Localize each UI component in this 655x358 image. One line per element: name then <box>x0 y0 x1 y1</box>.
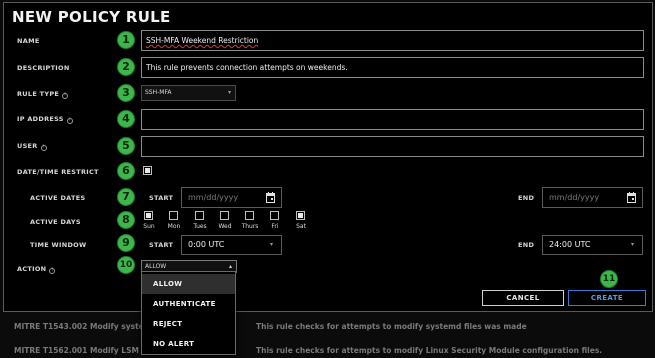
step-badge-6: 6 <box>117 162 135 180</box>
create-button[interactable]: CREATE <box>568 290 646 306</box>
background-row: MITRE T1543.002 Modify systemd This rule… <box>0 316 655 340</box>
action-label: ACTION? <box>17 265 56 274</box>
name-value: SSH-MFA Weekend Restriction <box>146 36 259 45</box>
end-time-value: 24:00 UTC <box>549 240 591 249</box>
start-date-placeholder: mm/dd/yyyy <box>188 193 239 202</box>
active-dates-start-label: START <box>149 194 174 202</box>
step-badge-11: 11 <box>600 270 618 288</box>
day-label: Wed <box>218 223 232 230</box>
active-dates-label: ACTIVE DATES <box>30 194 86 202</box>
rule-type-label: RULE TYPE? <box>17 90 69 99</box>
step-badge-1: 1 <box>117 31 135 49</box>
datetime-restrict-checkbox[interactable] <box>143 166 152 175</box>
rule-type-label-text: RULE TYPE <box>17 90 60 98</box>
start-time-select[interactable]: 0:00 UTC ▾ <box>181 235 282 255</box>
info-icon[interactable]: ? <box>62 93 69 99</box>
day-label: Thurs <box>241 223 259 230</box>
day-label: Mon <box>167 223 181 230</box>
day-label: Sat <box>296 223 306 230</box>
chevron-down-icon: ▾ <box>227 89 231 96</box>
day-checkbox[interactable] <box>169 211 178 220</box>
chevron-down-icon: ▾ <box>269 241 273 248</box>
end-date-input[interactable]: mm/dd/yyyy <box>542 187 643 208</box>
active-dates-end-label: END <box>518 194 535 202</box>
step-badge-5: 5 <box>117 137 135 155</box>
step-badge-7: 7 <box>117 188 135 206</box>
name-input[interactable]: SSH-MFA Weekend Restriction <box>141 30 644 51</box>
description-label: DESCRIPTION <box>17 64 70 72</box>
info-icon[interactable]: ? <box>40 145 47 151</box>
start-date-input[interactable]: mm/dd/yyyy <box>181 187 282 208</box>
description-input[interactable]: This rule prevents connection attempts o… <box>141 57 644 78</box>
action-label-text: ACTION <box>17 265 47 273</box>
step-badge-2: 2 <box>117 58 135 76</box>
time-window-end-label: END <box>518 241 535 249</box>
info-icon[interactable]: ? <box>66 118 73 124</box>
info-icon[interactable]: ? <box>49 268 56 274</box>
cancel-button[interactable]: CANCEL <box>482 290 564 306</box>
user-input[interactable] <box>141 136 644 157</box>
ip-address-label: IP ADDRESS? <box>17 115 73 124</box>
day-label: Sun <box>143 223 155 230</box>
step-badge-4: 4 <box>117 110 135 128</box>
action-option-no-alert[interactable]: NO ALERT <box>142 334 235 354</box>
end-date-placeholder: mm/dd/yyyy <box>549 193 600 202</box>
action-dropdown-menu: ALLOW AUTHENTICATE REJECT NO ALERT <box>141 271 236 355</box>
step-badge-9: 9 <box>117 234 135 252</box>
action-option-reject[interactable]: REJECT <box>142 314 235 334</box>
day-checkbox[interactable] <box>220 211 229 220</box>
name-label: NAME <box>17 37 40 45</box>
modal-title: NEW POLICY RULE <box>12 8 171 26</box>
description-value: This rule prevents connection attempts o… <box>146 63 348 72</box>
action-value: ALLOW <box>145 263 167 270</box>
day-checkbox[interactable] <box>270 211 279 220</box>
ip-address-label-text: IP ADDRESS <box>17 115 64 123</box>
action-option-authenticate[interactable]: AUTHENTICATE <box>142 294 235 314</box>
rule-type-value: SSH-MFA <box>145 89 172 96</box>
step-badge-10: 10 <box>117 256 135 274</box>
datetime-restrict-label: DATE/TIME RESTRICT <box>17 168 99 176</box>
background-row-description: This rule checks for attempts to modify … <box>256 322 527 331</box>
background-row-description: This rule checks for attempts to modify … <box>256 346 603 355</box>
background-row-name: MITRE T1543.002 Modify systemd <box>14 322 157 331</box>
calendar-icon[interactable] <box>266 192 275 203</box>
ip-address-input[interactable] <box>141 109 644 130</box>
background-row: MITRE T1562.001 Modify LSM configuration… <box>0 340 655 358</box>
user-label: USER? <box>17 142 47 151</box>
rule-type-select[interactable]: SSH-MFA ▾ <box>141 85 236 101</box>
chevron-down-icon: ▾ <box>630 241 634 248</box>
day-checkbox[interactable] <box>296 211 305 220</box>
day-checkbox[interactable] <box>245 211 254 220</box>
user-label-text: USER <box>17 142 38 150</box>
active-days-label: ACTIVE DAYS <box>30 218 81 226</box>
day-checkbox[interactable] <box>195 211 204 220</box>
step-badge-8: 8 <box>117 211 135 229</box>
step-badge-3: 3 <box>117 84 135 102</box>
time-window-label: TIME WINDOW <box>30 241 87 249</box>
time-window-start-label: START <box>149 241 174 249</box>
day-checkbox[interactable] <box>144 211 153 220</box>
day-label: Tues <box>193 223 207 230</box>
start-time-value: 0:00 UTC <box>188 240 225 249</box>
day-label: Fri <box>271 223 279 230</box>
calendar-icon[interactable] <box>627 192 636 203</box>
action-option-allow[interactable]: ALLOW <box>142 274 235 294</box>
end-time-select[interactable]: 24:00 UTC ▾ <box>542 235 643 255</box>
